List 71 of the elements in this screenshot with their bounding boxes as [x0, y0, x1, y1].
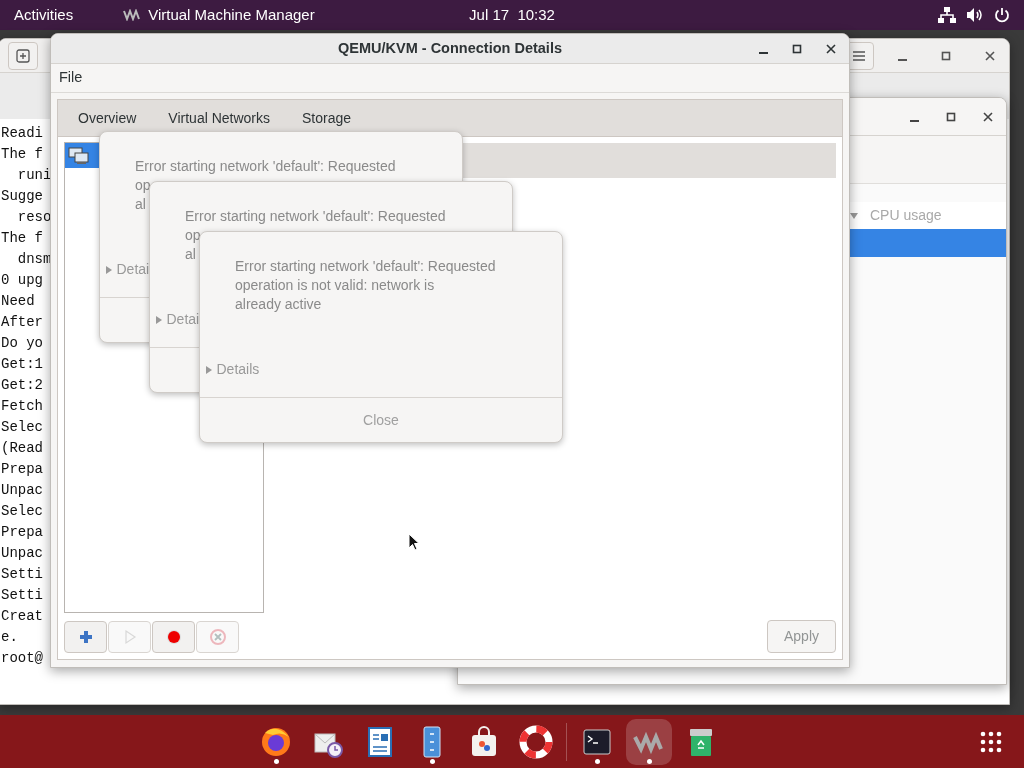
- close-icon: [982, 110, 994, 123]
- terminal-line: Prepa: [0, 460, 43, 479]
- delete-icon: [209, 628, 226, 645]
- clock[interactable]: Jul 17 10:32: [452, 3, 572, 27]
- toolbar-button[interactable]: [152, 620, 195, 653]
- maximize-icon: [945, 110, 957, 123]
- maximize-icon: [791, 42, 803, 55]
- terminal-line: (Read: [0, 439, 43, 458]
- toolbar-button[interactable]: [64, 620, 107, 653]
- grid-icon: [980, 730, 1002, 753]
- expander-icon: [205, 364, 213, 375]
- lifebuoy-icon: [519, 724, 553, 759]
- message-line: Error starting network 'default': Requested: [135, 157, 397, 176]
- app-icon: [123, 9, 142, 21]
- message-line: already active: [235, 295, 323, 314]
- minimize-icon: [897, 58, 907, 61]
- terminal-line: Prepa: [0, 523, 43, 542]
- terminal-line: Selec: [0, 502, 43, 521]
- new-tab-button[interactable]: [8, 41, 38, 70]
- dock-item[interactable]: [626, 718, 672, 765]
- network-icon: [938, 7, 956, 23]
- terminal-line: Selec: [0, 418, 43, 437]
- message-line: Error starting network 'default': Requested: [235, 257, 497, 276]
- message-line: op: [135, 176, 152, 195]
- add-icon: [77, 628, 94, 645]
- expander-icon: [105, 264, 113, 275]
- terminal-line: reso: [16, 208, 52, 227]
- terminal-line: Setti: [0, 586, 43, 605]
- terminal-line: Setti: [0, 565, 43, 584]
- terminal-line: Fetch: [0, 397, 43, 416]
- maximize-icon: [940, 49, 952, 62]
- app-menu[interactable]: Virtual Machine Manager: [148, 3, 315, 27]
- terminal-line: The f: [0, 229, 43, 248]
- terminal-line: Unpac: [0, 481, 43, 500]
- minimize-icon: [758, 51, 768, 54]
- terminal-line: Get:2: [0, 376, 43, 395]
- plus-icon: [16, 48, 30, 63]
- terminal-line: Need: [0, 292, 36, 311]
- terminal-line: root@: [0, 649, 43, 668]
- terminal-line: After: [0, 313, 43, 332]
- power-icon: [994, 7, 1010, 23]
- close-icon: [984, 49, 996, 62]
- terminal-line: Creat: [0, 607, 43, 626]
- volume-icon: [966, 7, 984, 23]
- tab[interactable]: Overview: [62, 107, 153, 129]
- stop-icon: [165, 628, 182, 645]
- terminal-line: The f: [0, 145, 43, 164]
- message-line: Error starting network 'default': Requested: [185, 207, 447, 226]
- expander-icon: [155, 314, 163, 325]
- terminal-line: Readi: [0, 124, 43, 143]
- window-title: QEMU/KVM - Connection Details: [338, 38, 562, 58]
- menu-item[interactable]: File: [51, 67, 91, 90]
- message-line: op: [185, 226, 202, 245]
- terminal-line: runi: [16, 166, 52, 185]
- network-icon: [68, 146, 90, 165]
- terminal-line: Do yo: [0, 334, 43, 353]
- sort-icon[interactable]: [849, 211, 859, 220]
- terminal-line: 0 upg: [0, 271, 43, 290]
- close-icon: [825, 42, 837, 55]
- activities-button[interactable]: Activities: [14, 3, 74, 27]
- terminal-line: Unpac: [0, 544, 43, 563]
- terminal-line: Get:1: [0, 355, 43, 374]
- message-line: al: [185, 245, 197, 264]
- pointer-icon: [408, 533, 420, 551]
- tab[interactable]: Storage: [286, 107, 368, 129]
- terminal-line: e.: [0, 628, 18, 647]
- message-line: operation is not valid: network is: [235, 276, 436, 295]
- message-line: al: [135, 195, 147, 214]
- terminal-line: Sugge: [0, 187, 43, 206]
- tab[interactable]: Virtual Networks: [152, 107, 287, 129]
- menu-icon: [852, 49, 866, 62]
